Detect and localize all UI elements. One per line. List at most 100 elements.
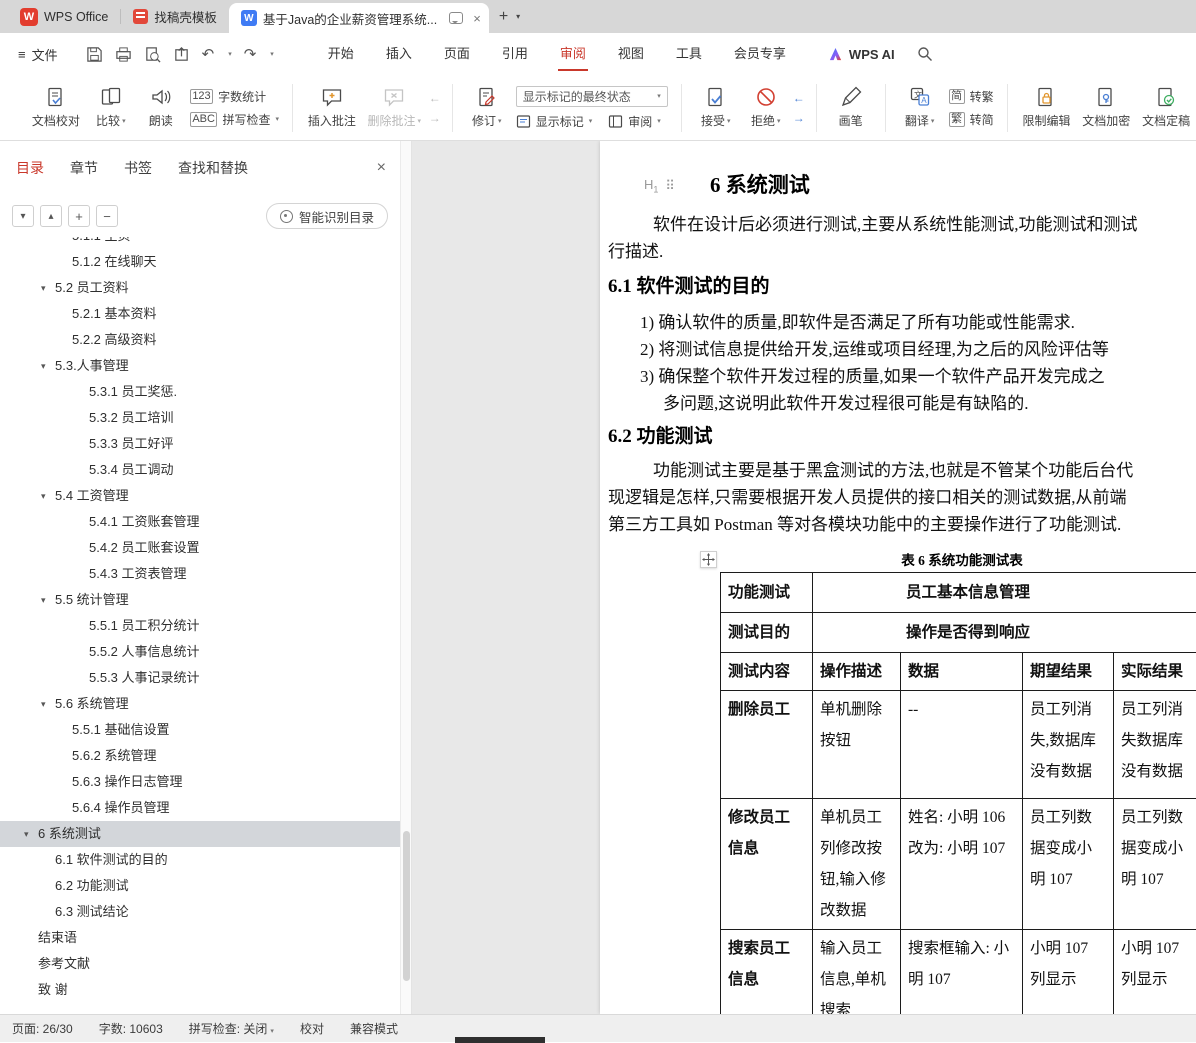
table-cell[interactable]: 搜索框输入: 小明 107 xyxy=(900,929,1023,1014)
previous-comment-icon[interactable]: ← xyxy=(429,92,441,104)
collapse-all-button[interactable]: ▾ xyxy=(12,205,34,227)
table-cell[interactable]: 期望结果 xyxy=(1022,652,1114,691)
delete-comment-button[interactable]: 删除批注 ▾ xyxy=(362,86,427,129)
expand-arrow-icon[interactable]: ▾ xyxy=(24,821,29,847)
expand-arrow-icon[interactable]: ▾ xyxy=(41,353,46,379)
word-count-indicator[interactable]: 字数: 10603 xyxy=(99,1020,163,1037)
table-cell[interactable]: 操作是否得到响应 xyxy=(811,612,1196,653)
toc-item[interactable]: 6.1 软件测试的目的 xyxy=(0,847,400,873)
ribbon-tab-工具[interactable]: 工具 xyxy=(662,33,716,75)
toc-item[interactable]: ▾ 6 系统测试 xyxy=(0,821,400,847)
panel-tab-chapters[interactable]: 章节 xyxy=(70,158,98,178)
table-cell[interactable]: 操作描述 xyxy=(812,652,901,691)
ribbon-tab-引用[interactable]: 引用 xyxy=(488,33,542,75)
table-cell[interactable]: 数据 xyxy=(900,652,1023,691)
toc-item[interactable]: 6.3 测试结论 xyxy=(0,899,400,925)
close-panel-icon[interactable]: × xyxy=(377,159,386,177)
toc-item[interactable]: 5.2.1 基本资料 xyxy=(0,301,400,327)
expand-arrow-icon[interactable]: ▾ xyxy=(41,275,46,301)
doc-proofread-button[interactable]: 文档校对 xyxy=(26,86,86,129)
expand-arrow-icon[interactable]: ▾ xyxy=(41,691,46,717)
page-indicator[interactable]: 页面: 26/30 xyxy=(12,1020,73,1037)
table-cell[interactable]: 员工基本信息管理 xyxy=(811,572,1196,613)
zoom-out-outline-button[interactable]: − xyxy=(96,205,118,227)
table-cell[interactable]: 姓名: 小明 106 改为: 小明 107 xyxy=(900,798,1023,930)
word-count-button[interactable]: 123 字数统计 xyxy=(189,88,279,105)
to-simplified-button[interactable]: 繁 转简 xyxy=(948,111,994,128)
table-cell[interactable]: -- xyxy=(900,690,1023,799)
toc-item[interactable]: ▾ 5.4 工资管理 xyxy=(0,483,400,509)
toc-item[interactable]: 5.1.1 主页 xyxy=(0,237,400,249)
table-move-handle-icon[interactable] xyxy=(700,551,717,568)
toc-item[interactable]: 5.3.4 员工调动 xyxy=(0,457,400,483)
spell-check-status[interactable]: 拼写检查: 关闭 ▾ xyxy=(189,1020,274,1037)
export-icon[interactable] xyxy=(173,46,190,63)
smart-toc-button[interactable]: 智能识别目录 xyxy=(265,203,388,229)
accept-change-button[interactable]: 接受 ▾ xyxy=(691,86,741,129)
toc-item[interactable]: 结束语 xyxy=(0,925,400,951)
expand-arrow-icon[interactable]: ▾ xyxy=(41,483,46,509)
table-cell[interactable]: 小明 107 列显示 xyxy=(1022,929,1114,1014)
zoom-in-outline-button[interactable]: + xyxy=(68,205,90,227)
toc-item[interactable]: 5.6.4 操作员管理 xyxy=(0,795,400,821)
tab-wps-home[interactable]: W WPS Office xyxy=(8,0,120,33)
toc-item[interactable]: 5.5.1 基础信设置 xyxy=(0,717,400,743)
ribbon-tab-会员专享[interactable]: 会员专享 xyxy=(720,33,800,75)
tab-template[interactable]: 找稿壳模板 xyxy=(121,0,229,33)
table-cell[interactable]: 员工列消失数据库没有数据 xyxy=(1112,690,1196,799)
ribbon-tab-开始[interactable]: 开始 xyxy=(314,33,368,75)
expand-arrow-icon[interactable]: ▾ xyxy=(41,587,46,613)
document-page[interactable]: H1 ⠿ 6 系统测试 软件在设计后必须进行测试,主要从系统性能测试,功能测试和… xyxy=(600,141,1196,1014)
toc-scrollbar-thumb[interactable] xyxy=(403,831,410,981)
ribbon-tab-插入[interactable]: 插入 xyxy=(372,33,426,75)
table-cell[interactable]: 输入员工信息,单机搜索 xyxy=(812,929,901,1014)
toc-item[interactable]: 6.2 功能测试 xyxy=(0,873,400,899)
ribbon-tab-审阅[interactable]: 审阅 xyxy=(546,33,600,75)
table-cell[interactable]: 测试目的 xyxy=(720,612,813,653)
table-cell[interactable]: 功能测试 xyxy=(720,572,813,613)
toc-item[interactable]: 5.4.1 工资账套管理 xyxy=(0,509,400,535)
show-markup-button[interactable]: 显示标记 ▾ xyxy=(516,113,592,130)
search-icon[interactable] xyxy=(917,46,933,62)
spell-check-button[interactable]: ABC 拼写检查 ▾ xyxy=(189,111,279,128)
ribbon-tab-视图[interactable]: 视图 xyxy=(604,33,658,75)
next-change-icon[interactable]: → xyxy=(793,112,805,124)
print-icon[interactable] xyxy=(115,46,132,63)
table-cell[interactable]: 员工列数据变成小明 107 xyxy=(1112,798,1196,930)
track-changes-button[interactable]: 修订 ▾ xyxy=(462,86,512,129)
restrict-editing-button[interactable]: 限制编辑 xyxy=(1017,86,1077,129)
compare-button[interactable]: 比较 ▾ xyxy=(86,86,136,129)
table-cell[interactable]: 单机员工列修改按钮,输入修改数据 xyxy=(812,798,901,930)
proofread-status-button[interactable]: 校对 xyxy=(300,1020,324,1037)
new-tab-button[interactable]: + xyxy=(499,8,508,26)
undo-icon[interactable]: ↶ xyxy=(202,45,215,63)
table-cell[interactable]: 员工列消失,数据库没有数据 xyxy=(1022,690,1114,799)
table-cell[interactable]: 小明 107 列显示 xyxy=(1112,929,1196,1014)
toc-item[interactable]: 5.3.3 员工好评 xyxy=(0,431,400,457)
ink-pen-button[interactable]: 画笔 xyxy=(826,86,876,129)
to-traditional-button[interactable]: 简 转繁 xyxy=(948,88,994,105)
toc-item[interactable]: ▾ 5.6 系统管理 xyxy=(0,691,400,717)
reject-change-button[interactable]: 拒绝 ▾ xyxy=(741,86,791,129)
toc-item[interactable]: 参考文献 xyxy=(0,951,400,977)
redo-icon[interactable]: ↷ xyxy=(244,45,257,63)
expand-all-button[interactable]: ▴ xyxy=(40,205,62,227)
toc-item[interactable]: 5.6.3 操作日志管理 xyxy=(0,769,400,795)
drag-handle-icon[interactable]: ⠿ xyxy=(665,178,674,194)
toc-item[interactable]: 5.3.2 员工培训 xyxy=(0,405,400,431)
ribbon-tab-页面[interactable]: 页面 xyxy=(430,33,484,75)
toc-item[interactable]: 5.1.2 在线聊天 xyxy=(0,249,400,275)
print-preview-icon[interactable] xyxy=(144,46,161,63)
table-cell[interactable]: 测试内容 xyxy=(720,652,813,691)
close-tab-icon[interactable]: × xyxy=(473,11,481,26)
toc-scrollbar[interactable] xyxy=(400,141,412,1014)
toc-item[interactable]: 致 谢 xyxy=(0,977,400,1003)
table-cell[interactable]: 实际结果 xyxy=(1112,652,1196,691)
tab-list-caret-icon[interactable]: ▾ xyxy=(516,12,520,21)
finalize-doc-button[interactable]: 文档定稿 xyxy=(1136,86,1196,129)
translate-button[interactable]: 文A 翻译 ▾ xyxy=(895,86,945,129)
table-cell[interactable]: 单机删除按钮 xyxy=(812,690,901,799)
toc-item[interactable]: 5.6.2 系统管理 xyxy=(0,743,400,769)
doc-table[interactable]: 功能测试 员工基本信息管理 测试目的 操作是否得到响应 测试内容 操作描述 数据 期望结果 实际… xyxy=(720,572,1196,1014)
heading-level-marker[interactable]: H1 ⠿ xyxy=(644,177,675,195)
